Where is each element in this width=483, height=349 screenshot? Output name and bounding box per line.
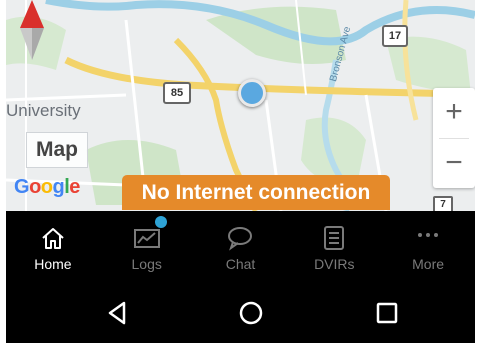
route-shield-17: 17: [382, 25, 408, 47]
route-shield-85: 85: [163, 82, 191, 104]
nav-item-logs[interactable]: Logs: [100, 211, 194, 283]
nav-label-home: Home: [34, 256, 72, 272]
nav-item-more[interactable]: More: [381, 211, 475, 283]
more-dots-icon: [418, 233, 439, 237]
zoom-in-button[interactable]: +: [433, 88, 475, 138]
chat-bubble-icon: [228, 227, 253, 251]
google-logo-letter: o: [40, 176, 53, 198]
zoom-out-button[interactable]: −: [433, 139, 475, 189]
zoom-controls: + −: [433, 88, 475, 188]
chart-icon: [133, 229, 160, 248]
bottom-navigation: Home Logs Chat DVIRs More: [6, 211, 475, 283]
google-logo-letter: e: [69, 176, 80, 198]
app-screen: 85 17 7 Bronson Ave University Map + − G…: [6, 0, 475, 343]
route-shield-edge: 7: [433, 196, 453, 211]
nav-item-dvirs[interactable]: DVIRs: [287, 211, 381, 283]
nav-label-chat: Chat: [225, 256, 256, 272]
google-logo-letter: G: [14, 176, 30, 198]
home-circle-icon[interactable]: [235, 297, 267, 329]
system-navigation-bar: [6, 283, 475, 343]
location-marker-icon[interactable]: [238, 79, 266, 107]
nav-label-dvirs: DVIRs: [314, 256, 355, 272]
notification-badge: [154, 216, 167, 228]
checklist-icon: [324, 226, 345, 250]
nav-label-logs: Logs: [131, 256, 162, 272]
nav-label-more: More: [412, 256, 445, 272]
no-connection-banner: No Internet connection: [122, 175, 390, 210]
recents-icon[interactable]: [371, 297, 403, 329]
google-logo: Google: [14, 176, 80, 199]
map-view[interactable]: 85 17 7 Bronson Ave University Map + − G…: [6, 0, 475, 211]
home-icon: [42, 228, 64, 249]
google-logo-letter: o: [29, 176, 41, 198]
compass-icon[interactable]: [16, 0, 48, 62]
nav-item-chat[interactable]: Chat: [194, 211, 288, 283]
map-type-button[interactable]: Map: [26, 132, 88, 168]
place-label: University: [6, 101, 81, 120]
google-logo-letter: g: [52, 176, 65, 198]
back-icon[interactable]: [102, 297, 134, 329]
nav-item-home[interactable]: Home: [6, 211, 100, 283]
